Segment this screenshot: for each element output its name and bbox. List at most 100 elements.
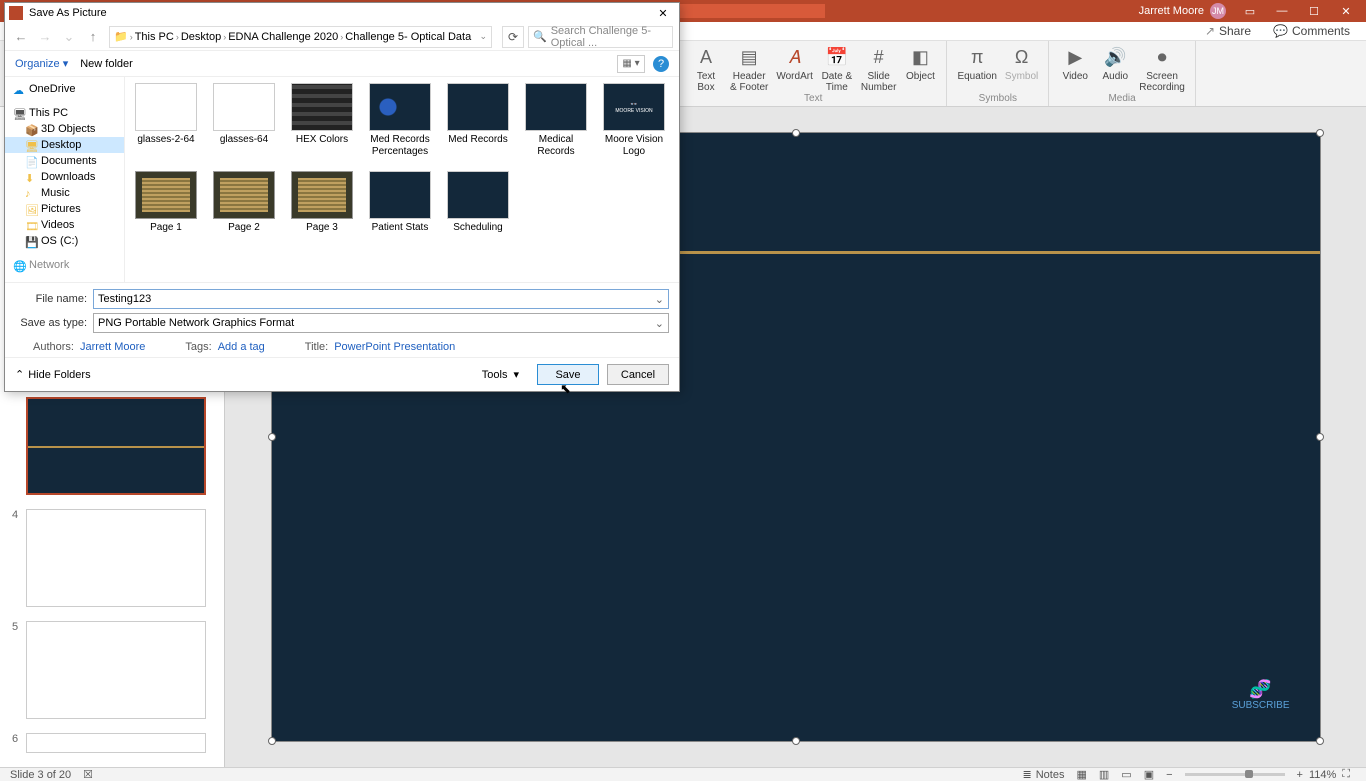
zoom-out-button[interactable]: − (1160, 769, 1178, 781)
save-as-dialog: Save As Picture ✕ ← → ⌄ ↑ 📁 › This PC › … (4, 2, 680, 392)
tree-music[interactable]: ♪Music (5, 185, 124, 201)
date-time-button[interactable]: 📅Date & Time (821, 45, 853, 93)
view-options-button[interactable]: ▦ ▾ (617, 55, 645, 73)
file-item[interactable]: Med Records (445, 83, 511, 157)
object-button[interactable]: ◧Object (904, 45, 936, 82)
share-button[interactable]: ↗Share (1199, 22, 1257, 40)
file-list[interactable]: glasses-2-64glasses-64HEX ColorsMed Reco… (125, 77, 679, 282)
slide-sorter-button[interactable]: ▥ (1093, 768, 1115, 781)
file-name-input[interactable]: Testing123⌄ (93, 289, 669, 309)
accessibility-icon[interactable]: ☒ (83, 768, 93, 781)
zoom-slider[interactable] (1185, 773, 1285, 776)
tree-osc[interactable]: 💾OS (C:) (5, 233, 124, 249)
file-item[interactable]: 👓MOORE VISIONMoore Vision Logo (601, 83, 667, 157)
reading-view-button[interactable]: ▭ (1115, 768, 1137, 781)
file-item[interactable]: Page 3 (289, 171, 355, 234)
tree-desktop[interactable]: 🖥Desktop (5, 137, 124, 153)
dialog-footer: ⌃Hide Folders Tools ▾ Save Cancel (5, 357, 679, 391)
fit-to-window-button[interactable]: ⛶ (1336, 768, 1356, 781)
breadcrumb-pc[interactable]: This PC (135, 31, 174, 43)
slide-thumb-4[interactable] (26, 509, 206, 607)
selection-handle[interactable] (792, 737, 800, 745)
slide-number-button[interactable]: #Slide Number (861, 45, 897, 93)
dialog-toolbar: Organize ▾ New folder ▦ ▾ ? (5, 51, 679, 77)
chevron-down-icon[interactable]: ⌄ (655, 317, 664, 330)
breadcrumb-desktop[interactable]: Desktop (181, 31, 221, 43)
selection-handle[interactable] (1316, 737, 1324, 745)
file-item[interactable]: Page 1 (133, 171, 199, 234)
comments-button[interactable]: 💬Comments (1267, 22, 1356, 40)
file-item[interactable]: Patient Stats (367, 171, 433, 234)
cancel-button[interactable]: Cancel (607, 364, 669, 385)
save-button[interactable]: Save (537, 364, 599, 385)
normal-view-button[interactable]: ▦ (1070, 768, 1092, 781)
documents-icon: 📄 (25, 156, 37, 166)
dialog-main: ☁OneDrive 🖥This PC 📦3D Objects 🖥Desktop … (5, 77, 679, 282)
header-footer-button[interactable]: ▤Header & Footer (730, 45, 768, 93)
selection-handle[interactable] (1316, 433, 1324, 441)
tools-button[interactable]: Tools ▾ (482, 368, 519, 381)
tree-videos[interactable]: 🎞Videos (5, 217, 124, 233)
close-button[interactable]: ✕ (1330, 0, 1362, 22)
chevron-down-icon[interactable]: ⌄ (479, 31, 487, 42)
slide-thumb-6[interactable] (26, 733, 206, 753)
tree-downloads[interactable]: ⬇Downloads (5, 169, 124, 185)
text-box-button[interactable]: AText Box (690, 45, 722, 93)
tree-network[interactable]: 🌐Network (5, 257, 124, 273)
tree-3d-objects[interactable]: 📦3D Objects (5, 121, 124, 137)
wordart-button[interactable]: 𝐴WordArt (776, 45, 813, 82)
tree-onedrive[interactable]: ☁OneDrive (5, 81, 124, 97)
nav-recent-button[interactable]: ⌄ (59, 27, 79, 47)
chevron-down-icon[interactable]: ⌄ (655, 293, 664, 306)
tree-pictures[interactable]: 🖼Pictures (5, 201, 124, 217)
folder-tree[interactable]: ☁OneDrive 🖥This PC 📦3D Objects 🖥Desktop … (5, 77, 125, 282)
equation-button[interactable]: πEquation (957, 45, 996, 82)
breadcrumb-folder1[interactable]: EDNA Challenge 2020 (228, 31, 338, 43)
file-item[interactable]: Page 2 (211, 171, 277, 234)
file-thumbnail (213, 83, 275, 131)
video-button[interactable]: ▶Video (1059, 45, 1091, 82)
file-item[interactable]: Medical Records (523, 83, 589, 157)
selection-handle[interactable] (268, 737, 276, 745)
new-folder-button[interactable]: New folder (80, 58, 133, 70)
ribbon-display-options-button[interactable]: ▭ (1234, 0, 1266, 22)
audio-button[interactable]: 🔊Audio (1099, 45, 1131, 82)
refresh-button[interactable]: ⟳ (502, 26, 524, 48)
slide-thumb-3[interactable] (26, 397, 206, 495)
drive-icon: 💾 (25, 236, 37, 246)
minimize-button[interactable]: — (1266, 0, 1298, 22)
file-item[interactable]: Med Records Percentages (367, 83, 433, 157)
help-button[interactable]: ? (653, 56, 669, 72)
tree-thispc[interactable]: 🖥This PC (5, 105, 124, 121)
zoom-in-button[interactable]: + (1291, 769, 1309, 781)
tree-documents[interactable]: 📄Documents (5, 153, 124, 169)
slideshow-button[interactable]: ▣ (1138, 768, 1160, 781)
file-item[interactable]: glasses-2-64 (133, 83, 199, 157)
file-item[interactable]: glasses-64 (211, 83, 277, 157)
nav-up-button[interactable]: ↑ (83, 27, 103, 47)
notes-button[interactable]: ≣ Notes (1017, 768, 1071, 781)
file-item[interactable]: HEX Colors (289, 83, 355, 157)
selection-handle[interactable] (792, 129, 800, 137)
file-thumbnail (369, 83, 431, 131)
symbol-button[interactable]: ΩSymbol (1005, 45, 1038, 82)
breadcrumb[interactable]: 📁 › This PC › Desktop › EDNA Challenge 2… (109, 26, 492, 48)
user-account[interactable]: Jarrett Moore JM (1139, 3, 1226, 19)
tags-value[interactable]: Add a tag (218, 341, 265, 353)
search-input[interactable]: 🔍 Search Challenge 5- Optical ... (528, 26, 673, 48)
nav-back-button[interactable]: ← (11, 27, 31, 47)
save-type-combo[interactable]: PNG Portable Network Graphics Format⌄ (93, 313, 669, 333)
authors-value[interactable]: Jarrett Moore (80, 341, 145, 353)
hide-folders-button[interactable]: ⌃Hide Folders (15, 368, 91, 381)
selection-handle[interactable] (268, 433, 276, 441)
dialog-close-button[interactable]: ✕ (651, 7, 675, 20)
screen-recording-button[interactable]: ⏺Screen Recording (1139, 45, 1185, 93)
title-meta-value[interactable]: PowerPoint Presentation (334, 341, 455, 353)
selection-handle[interactable] (1316, 129, 1324, 137)
nav-forward-button[interactable]: → (35, 27, 55, 47)
breadcrumb-folder2[interactable]: Challenge 5- Optical Data (345, 31, 471, 43)
organize-button[interactable]: Organize ▾ (15, 57, 68, 70)
file-item[interactable]: Scheduling (445, 171, 511, 234)
slide-thumb-5[interactable] (26, 621, 206, 719)
maximize-button[interactable]: ☐ (1298, 0, 1330, 22)
